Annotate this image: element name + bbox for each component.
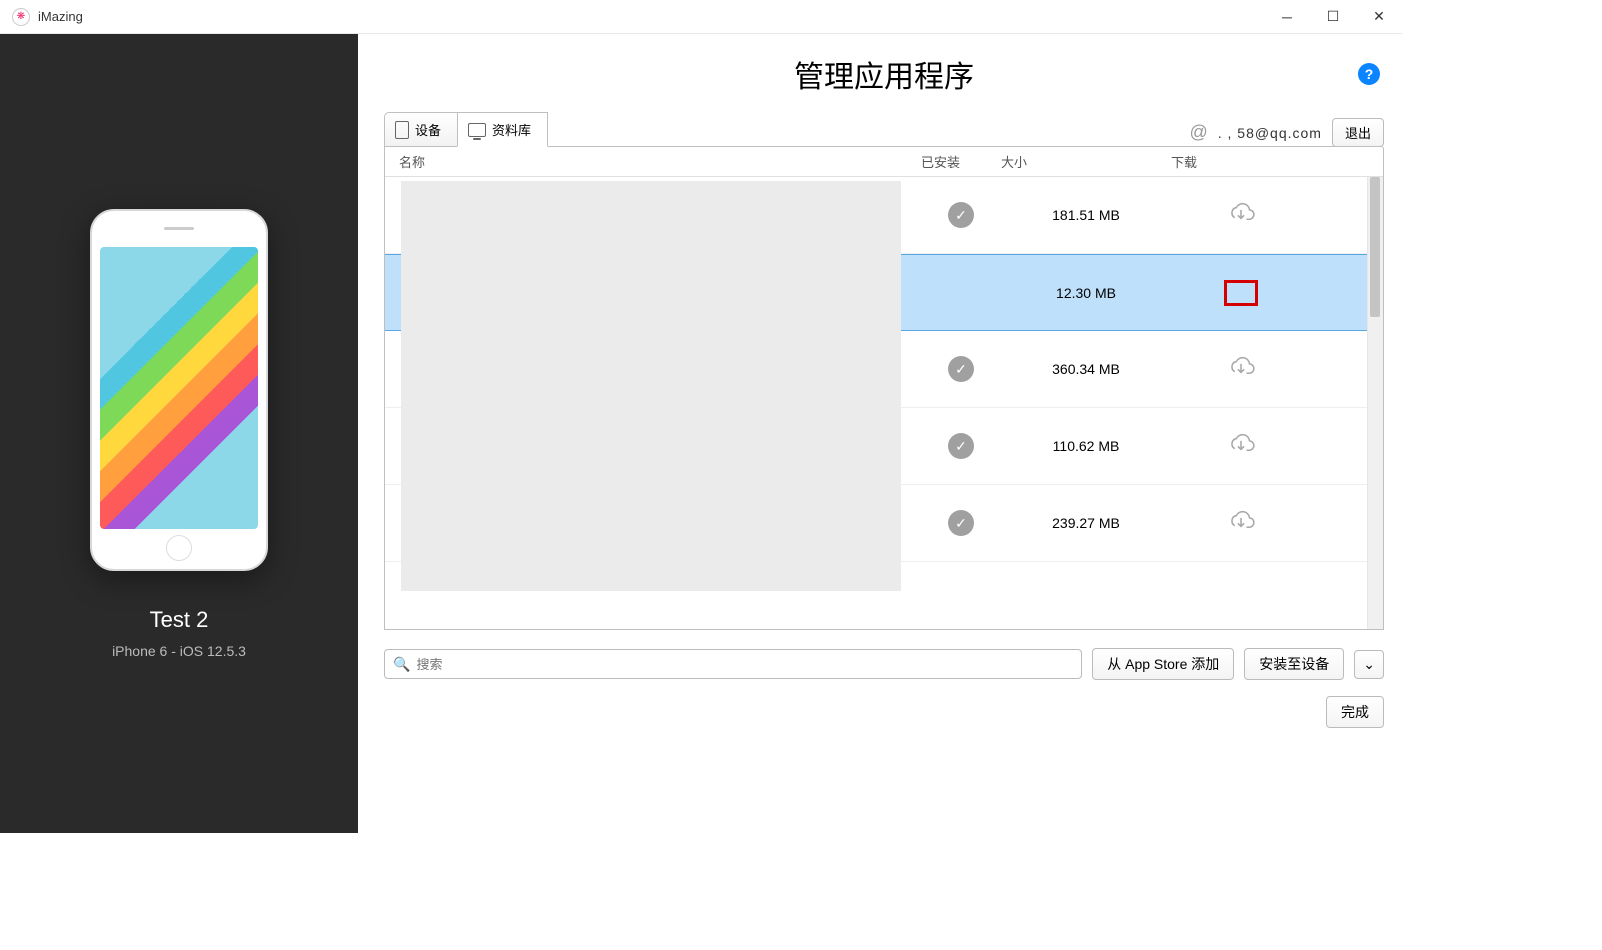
installed-check-icon: ✓: [948, 510, 974, 536]
tabs: 设备 资料库: [384, 112, 548, 147]
account-email: . , 58@qq.com: [1218, 125, 1322, 141]
sidebar: Test 2 iPhone 6 - iOS 12.5.3: [0, 34, 358, 833]
logout-button[interactable]: 退出: [1332, 118, 1384, 147]
cell-size: 360.34 MB: [1001, 361, 1171, 377]
col-header-download[interactable]: 下载: [1171, 152, 1311, 171]
download-button[interactable]: [1226, 510, 1256, 536]
app-table: 名称 已安装 大小 下载 ✓ 181.51 MB 12.30 MB ✓ 360.34 M…: [384, 146, 1384, 630]
scrollbar-thumb[interactable]: [1370, 177, 1380, 317]
table-header-row: 名称 已安装 大小 下载: [385, 147, 1383, 177]
main-panel: 管理应用程序 ? 设备 资料库 @ . , 58@qq.com 退出: [358, 34, 1402, 833]
search-icon: 🔍: [393, 656, 410, 673]
scrollbar[interactable]: [1367, 177, 1383, 629]
cell-download: [1171, 510, 1311, 536]
add-from-appstore-button[interactable]: 从 App Store 添加: [1092, 648, 1234, 680]
titlebar-left: ❋ iMazing: [12, 8, 83, 26]
page-header: 管理应用程序 ?: [384, 52, 1384, 96]
tab-library[interactable]: 资料库: [457, 112, 548, 147]
phone-home-button-icon: [166, 535, 192, 561]
help-icon[interactable]: ?: [1358, 63, 1380, 85]
cloud-download-icon: [1227, 510, 1255, 532]
device-preview[interactable]: [90, 209, 268, 571]
account-area: @ . , 58@qq.com 退出: [1189, 118, 1384, 147]
cell-installed: ✓: [921, 202, 1001, 228]
col-header-installed[interactable]: 已安装: [921, 152, 1001, 171]
installed-check-icon: ✓: [948, 433, 974, 459]
titlebar: ❋ iMazing ─ ☐ ✕: [0, 0, 1402, 34]
monitor-icon: [468, 123, 486, 137]
toolbar-row: 设备 资料库 @ . , 58@qq.com 退出: [384, 112, 1384, 147]
name-column-overlay: [401, 181, 901, 591]
cell-installed: ✓: [921, 433, 1001, 459]
installed-check-icon: ✓: [948, 356, 974, 382]
download-button[interactable]: [1226, 356, 1256, 382]
at-icon: @: [1189, 122, 1207, 143]
cell-download: [1171, 433, 1311, 459]
cell-size: 239.27 MB: [1001, 515, 1171, 531]
app-title: iMazing: [38, 9, 83, 24]
bottom-bar: 🔍 从 App Store 添加 安装至设备 ⌄: [384, 648, 1384, 680]
search-box[interactable]: 🔍: [384, 649, 1082, 679]
phone-screen: [100, 247, 258, 529]
minimize-button[interactable]: ─: [1264, 0, 1310, 34]
cloud-download-icon: [1227, 433, 1255, 455]
device-icon: [395, 121, 409, 139]
col-header-name[interactable]: 名称: [385, 152, 921, 171]
cell-download: [1171, 356, 1311, 382]
window-controls: ─ ☐ ✕: [1264, 0, 1402, 34]
cell-installed: ✓: [921, 510, 1001, 536]
device-name: Test 2: [150, 607, 209, 633]
col-header-size[interactable]: 大小: [1001, 152, 1171, 171]
cloud-download-icon: [1227, 356, 1255, 378]
tab-device-label: 设备: [415, 120, 441, 139]
device-info: iPhone 6 - iOS 12.5.3: [112, 643, 246, 659]
page-title: 管理应用程序: [794, 52, 974, 96]
close-button[interactable]: ✕: [1356, 0, 1402, 34]
download-button[interactable]: [1226, 433, 1256, 459]
download-button[interactable]: [1226, 202, 1256, 228]
install-dropdown-button[interactable]: ⌄: [1354, 650, 1384, 679]
app-logo-icon: ❋: [12, 8, 30, 26]
cell-size: 12.30 MB: [1001, 285, 1171, 301]
cell-download: [1171, 280, 1311, 306]
cell-size: 181.51 MB: [1001, 207, 1171, 223]
content: Test 2 iPhone 6 - iOS 12.5.3 管理应用程序 ? 设备…: [0, 34, 1402, 833]
cell-download: [1171, 202, 1311, 228]
done-button[interactable]: 完成: [1326, 696, 1384, 728]
footer: 完成: [384, 696, 1384, 728]
tab-device[interactable]: 设备: [384, 112, 457, 147]
cell-installed: ✓: [921, 356, 1001, 382]
installed-check-icon: ✓: [948, 202, 974, 228]
phone-speaker-icon: [164, 227, 194, 230]
maximize-button[interactable]: ☐: [1310, 0, 1356, 34]
cell-size: 110.62 MB: [1001, 438, 1171, 454]
tab-library-label: 资料库: [492, 120, 531, 139]
table-body: ✓ 181.51 MB 12.30 MB ✓ 360.34 MB ✓ 110.62 MB ✓ 2…: [385, 177, 1383, 629]
download-button[interactable]: [1224, 280, 1258, 306]
cloud-download-icon: [1227, 202, 1255, 224]
search-input[interactable]: [416, 657, 1073, 672]
install-to-device-button[interactable]: 安装至设备: [1244, 648, 1344, 680]
